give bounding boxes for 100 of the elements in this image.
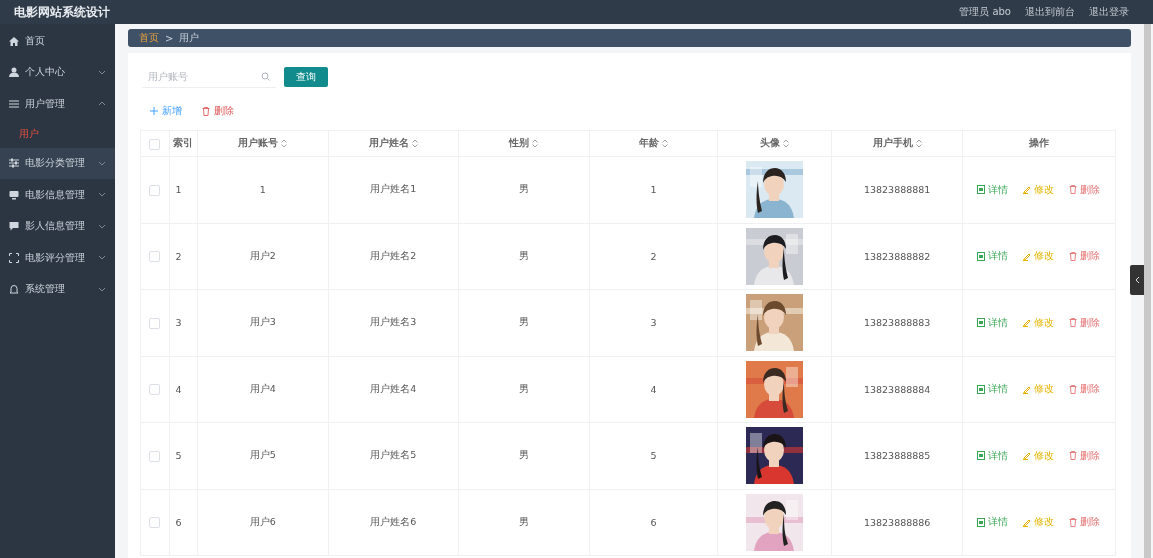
edit-link[interactable]: 修改 (1023, 315, 1055, 330)
table-cell: 用户姓名2 (370, 249, 417, 261)
search-icon (261, 72, 270, 81)
search-button[interactable]: 查询 (284, 66, 328, 87)
table-cell: 男 (518, 382, 529, 394)
document-icon (977, 251, 986, 261)
table-cell: 4 (175, 383, 182, 395)
table-cell: 男 (518, 316, 529, 328)
document-icon (977, 384, 986, 394)
table-cell: 1 (259, 184, 266, 196)
trash-icon (1069, 451, 1078, 461)
trash-icon (1069, 384, 1078, 394)
row-checkbox[interactable] (149, 517, 161, 529)
document-icon (977, 185, 986, 195)
delete-link[interactable]: 删除 (1069, 515, 1101, 530)
edit-link[interactable]: 修改 (1023, 382, 1055, 397)
sliders-icon (9, 158, 19, 169)
pencil-icon (1023, 251, 1032, 261)
edit-link[interactable]: 修改 (1023, 515, 1055, 530)
monitor-icon (9, 189, 19, 200)
sidebar-item[interactable]: 用户管理 (0, 88, 115, 120)
column-header: 操作 (1028, 137, 1049, 150)
pencil-icon (1023, 185, 1032, 195)
column-header[interactable]: 性别 (509, 137, 530, 150)
sidebar-subitem[interactable]: 用户 (0, 119, 115, 148)
sidebar-item[interactable]: 电影信息管理 (0, 179, 115, 211)
table-cell: 用户姓名4 (370, 382, 417, 394)
add-button[interactable]: 新增 (150, 104, 182, 118)
sidebar-item[interactable]: 电影分类管理 (0, 147, 115, 179)
table-cell: 5 (175, 450, 182, 462)
row-checkbox[interactable] (149, 317, 161, 329)
sidebar-item[interactable]: 系统管理 (0, 273, 115, 305)
breadcrumb-separator: > (165, 32, 174, 44)
column-header[interactable]: 年龄 (638, 137, 659, 150)
app-title: 电影网站系统设计 (14, 3, 110, 21)
trash-icon (1069, 251, 1078, 261)
plus-icon (150, 107, 158, 115)
breadcrumb-item: 用户 (179, 31, 200, 45)
sidebar-item[interactable]: 个人中心 (0, 56, 115, 88)
table-cell: 用户3 (249, 316, 276, 328)
collapse-tab[interactable] (1130, 265, 1144, 295)
detail-link[interactable]: 详情 (977, 515, 1009, 530)
document-icon (977, 451, 986, 461)
breadcrumb-item[interactable]: 首页 (139, 31, 159, 45)
table-cell: 13823888885 (863, 450, 931, 462)
search-field[interactable]: 用户账号 (142, 65, 276, 88)
scrollbar[interactable] (1144, 24, 1151, 558)
row-checkbox[interactable] (149, 184, 161, 196)
delete-link[interactable]: 删除 (1069, 448, 1101, 463)
sidebar-item[interactable]: 影人信息管理 (0, 210, 115, 242)
delete-link[interactable]: 删除 (1069, 382, 1101, 397)
frame-icon (9, 252, 19, 263)
chat-icon (9, 221, 19, 232)
table-cell: 男 (518, 449, 529, 461)
table-cell: 男 (518, 183, 529, 195)
table-cell: 13823888883 (863, 317, 931, 329)
table-cell: 用户姓名1 (370, 183, 417, 195)
document-icon (977, 517, 986, 527)
admin-link[interactable]: 管理员 abo (959, 5, 1011, 19)
home-icon (9, 35, 19, 46)
column-header[interactable]: 用户账号 (238, 137, 279, 150)
edit-link[interactable]: 修改 (1023, 249, 1055, 264)
table-cell: 用户4 (249, 382, 276, 394)
detail-link[interactable]: 详情 (977, 315, 1009, 330)
row-checkbox[interactable] (149, 450, 161, 462)
row-checkbox[interactable] (149, 251, 161, 263)
delete-link[interactable]: 删除 (1069, 315, 1101, 330)
edit-link[interactable]: 修改 (1023, 182, 1055, 197)
delete-link[interactable]: 删除 (1069, 249, 1101, 264)
column-header[interactable]: 用户姓名 (368, 137, 409, 150)
delete-button[interactable]: 删除 (202, 104, 234, 118)
detail-link[interactable]: 详情 (977, 249, 1009, 264)
pencil-icon (1023, 451, 1032, 461)
table-cell: 用户姓名6 (370, 515, 417, 527)
table-cell: 6 (650, 516, 657, 528)
table-cell: 男 (518, 515, 529, 527)
table-cell: 用户2 (249, 249, 276, 261)
table-cell: 男 (518, 249, 529, 261)
column-header[interactable]: 用户手机 (872, 137, 913, 150)
detail-link[interactable]: 详情 (977, 448, 1009, 463)
select-all-checkbox[interactable] (149, 138, 161, 150)
header-link[interactable]: 退出登录 (1089, 5, 1129, 19)
table-cell: 1 (650, 184, 657, 196)
detail-link[interactable]: 详情 (977, 182, 1009, 197)
table-cell: 2 (175, 250, 182, 262)
delete-link[interactable]: 删除 (1069, 182, 1101, 197)
table-cell: 用户6 (249, 515, 276, 527)
sidebar-item[interactable]: 电影评分管理 (0, 242, 115, 274)
chevron-left-icon (1134, 276, 1140, 284)
table-cell: 1 (175, 184, 182, 196)
column-header: 索引 (173, 137, 194, 150)
document-icon (977, 318, 986, 328)
detail-link[interactable]: 详情 (977, 382, 1009, 397)
edit-link[interactable]: 修改 (1023, 448, 1055, 463)
table-cell: 5 (650, 450, 657, 462)
header-link[interactable]: 退出到前台 (1025, 5, 1075, 19)
row-checkbox[interactable] (149, 384, 161, 396)
table-cell: 6 (175, 516, 182, 528)
column-header[interactable]: 头像 (760, 137, 781, 150)
sidebar-item[interactable]: 首页 (0, 25, 115, 57)
